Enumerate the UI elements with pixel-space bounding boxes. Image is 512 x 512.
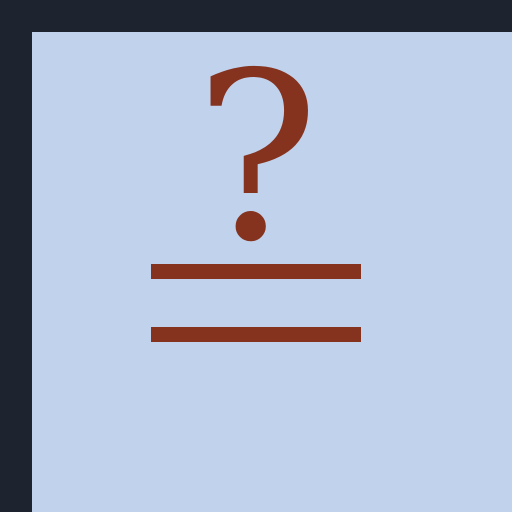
lower-bar: [151, 327, 361, 342]
image-frame: ?: [0, 0, 512, 512]
upper-bar: [151, 264, 361, 279]
question-double-bar-icon: ?: [151, 23, 361, 342]
question-mark-glyph: ?: [195, 23, 319, 293]
